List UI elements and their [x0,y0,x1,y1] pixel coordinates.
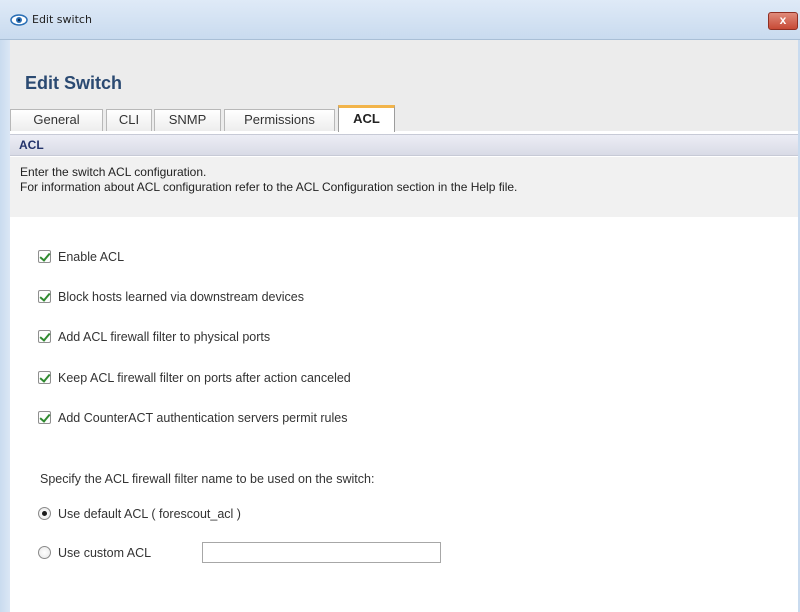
auth-servers-permit-label: Add CounterACT authentication servers pe… [58,411,348,425]
page-title: Edit Switch [25,73,123,93]
tab-acl[interactable]: ACL [338,105,395,132]
keep-filter-checkbox[interactable] [38,371,51,384]
enable-acl-label: Enable ACL [58,250,125,264]
block-hosts-label: Block hosts learned via downstream devic… [58,290,304,304]
default-acl-label: Use default ACL ( forescout_acl ) [58,507,241,521]
filter-name-instruction-text: Specify the ACL firewall filter name to … [40,472,375,486]
window-frame-left [0,40,10,612]
window-title: Edit switch [32,13,92,26]
enable-acl-checkbox[interactable] [38,250,51,263]
custom-acl-label: Use custom ACL [58,546,152,560]
tab-general[interactable]: General [10,109,103,131]
tab-bar: General CLI SNMP Permissions ACL [10,105,798,132]
close-icon: x [779,13,787,27]
custom-acl-input[interactable] [202,542,441,563]
default-acl-radio[interactable] [38,507,51,520]
section-description: Enter the switch ACL configuration. For … [10,157,798,217]
tab-snmp[interactable]: SNMP [154,109,221,131]
section-header: ACL [10,134,798,156]
description-line-1: Enter the switch ACL configuration. [20,165,207,179]
auth-servers-permit-checkbox[interactable] [38,411,51,424]
tab-permissions[interactable]: Permissions [224,109,335,131]
header-band: Edit Switch General CLI SNMP Permissions… [10,40,798,132]
app-eye-icon [10,11,28,29]
add-filter-physical-ports-label: Add ACL firewall filter to physical port… [58,330,271,344]
window-titlebar: Edit switch x [0,0,800,40]
close-button[interactable]: x [768,12,798,30]
custom-acl-radio[interactable] [38,546,51,559]
tab-cli[interactable]: CLI [106,109,152,131]
keep-filter-label: Keep ACL firewall filter on ports after … [58,371,351,385]
description-line-2: For information about ACL configuration … [20,180,518,194]
dialog-content: Edit Switch General CLI SNMP Permissions… [10,40,798,612]
add-filter-physical-ports-checkbox[interactable] [38,330,51,343]
block-hosts-checkbox[interactable] [38,290,51,303]
